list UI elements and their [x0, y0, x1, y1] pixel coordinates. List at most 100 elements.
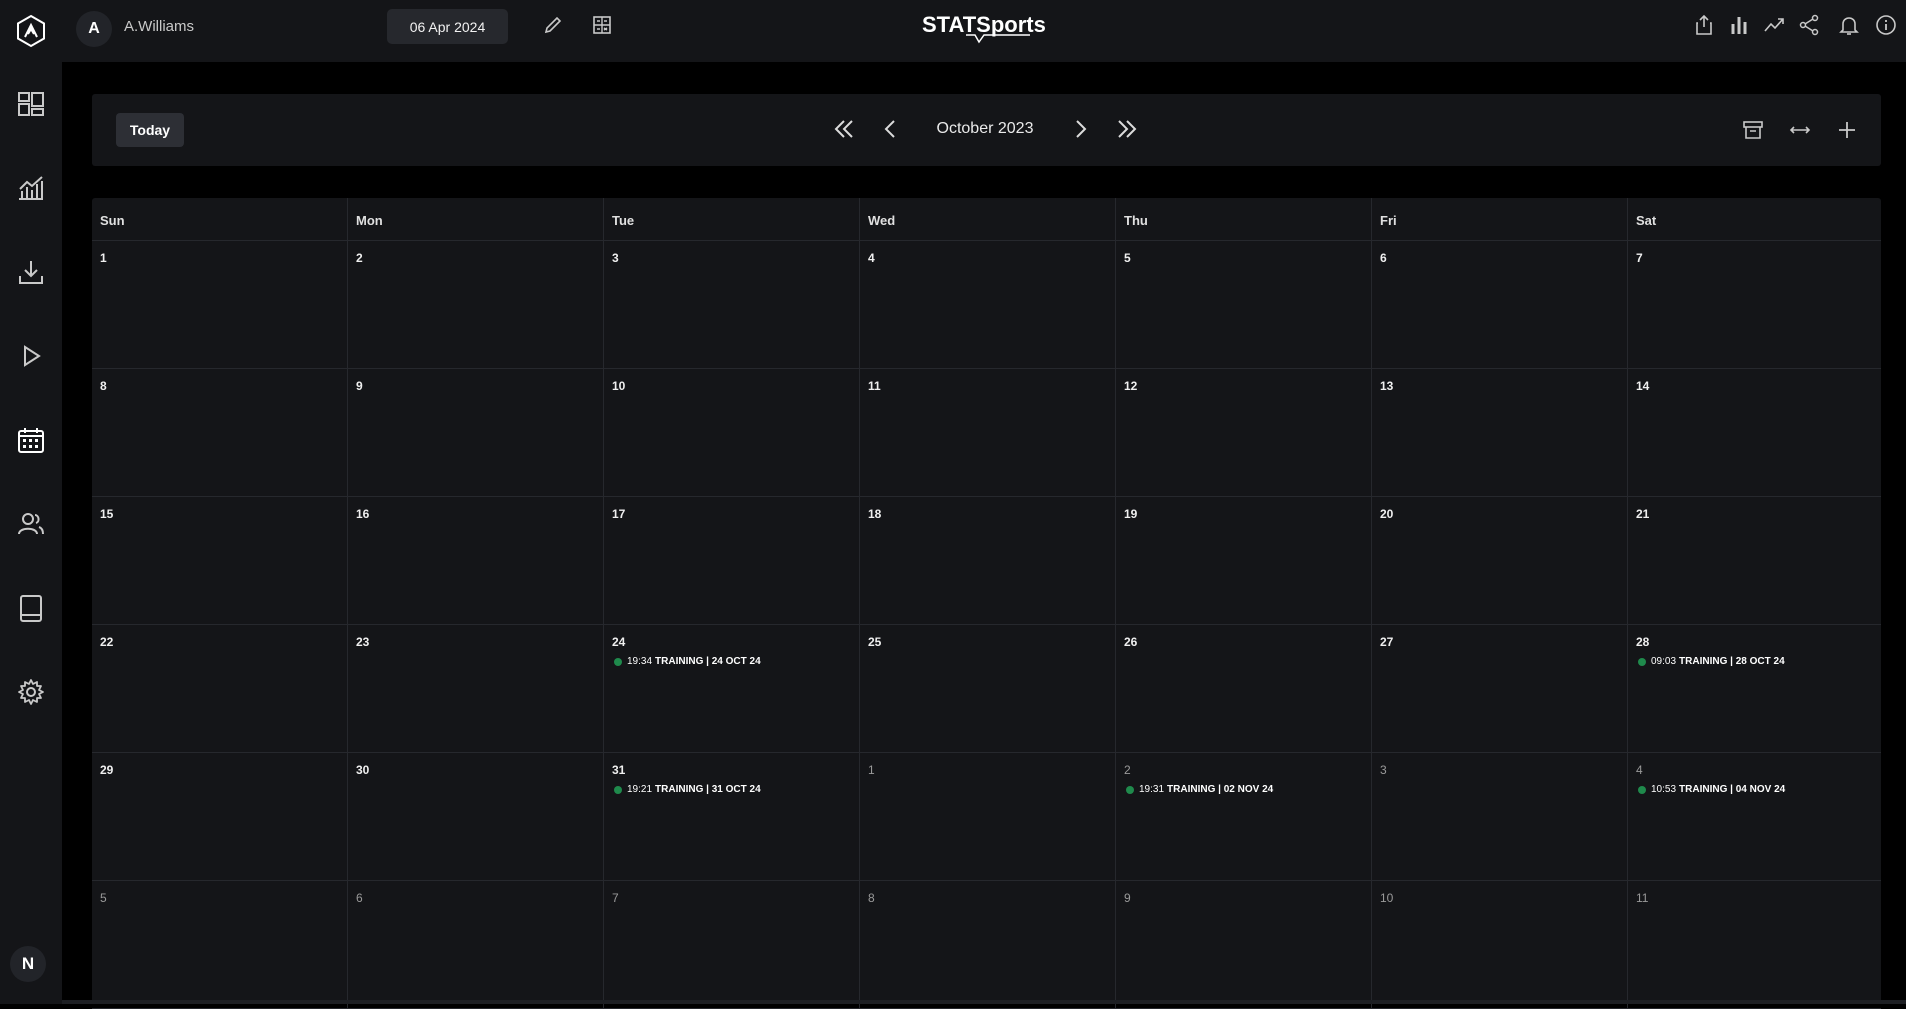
event-status-dot-icon: [1126, 785, 1134, 794]
day-number: 21: [1636, 507, 1650, 521]
add-icon[interactable]: [1831, 114, 1863, 146]
calendar-day-cell[interactable]: 30: [348, 752, 604, 880]
calendar-event[interactable]: 09:03 TRAINING | 28 OCT 24: [1638, 656, 1785, 667]
calendar-day-cell[interactable]: 23: [348, 624, 604, 752]
calendar-event[interactable]: 10:53 TRAINING | 04 NOV 24: [1638, 784, 1785, 795]
calendar-event[interactable]: 19:31 TRAINING | 02 NOV 24: [1126, 784, 1273, 795]
weekday-label: Fri: [1372, 198, 1628, 240]
calendar-day-cell[interactable]: 6: [348, 880, 604, 1008]
day-number: 29: [100, 763, 114, 777]
dashboard-icon[interactable]: [9, 82, 53, 126]
day-number: 8: [100, 379, 107, 393]
today-button[interactable]: Today: [116, 113, 184, 147]
calendar-day-cell[interactable]: 3: [604, 240, 860, 368]
info-icon[interactable]: [1873, 12, 1899, 38]
day-number: 2: [1124, 763, 1131, 777]
calendar-day-cell[interactable]: 11: [860, 368, 1116, 496]
calendar-day-cell[interactable]: 3: [1372, 752, 1628, 880]
calendar-day-cell[interactable]: 13: [1372, 368, 1628, 496]
bell-icon[interactable]: [1836, 12, 1862, 38]
calendar-day-cell[interactable]: 6: [1372, 240, 1628, 368]
calendar-day-cell[interactable]: 18: [860, 496, 1116, 624]
calendar-day-cell[interactable]: 7: [1628, 240, 1881, 368]
archive-icon[interactable]: [1737, 114, 1769, 146]
day-number: 11: [1636, 891, 1649, 905]
calendar-day-cell[interactable]: 11: [1628, 880, 1881, 1008]
pencil-icon[interactable]: [540, 12, 566, 38]
calendar-day-cell[interactable]: 2 19:31 TRAINING | 02 NOV 24: [1116, 752, 1372, 880]
bottom-scrollbar[interactable]: [62, 1000, 1906, 1004]
calendar-day-cell[interactable]: 4 10:53 TRAINING | 04 NOV 24: [1628, 752, 1881, 880]
calendar-day-cell[interactable]: 14: [1628, 368, 1881, 496]
calendar-day-cell[interactable]: 24 19:34 TRAINING | 24 OCT 24: [604, 624, 860, 752]
calendar-event[interactable]: 19:21 TRAINING | 31 OCT 24: [614, 784, 761, 795]
calendar-day-cell[interactable]: 10: [1372, 880, 1628, 1008]
calendar-day-cell[interactable]: 4: [860, 240, 1116, 368]
export-icon[interactable]: [1691, 12, 1717, 38]
calendar-day-cell[interactable]: 15: [92, 496, 348, 624]
calendar-day-cell[interactable]: 19: [1116, 496, 1372, 624]
calendar-day-cell[interactable]: 22: [92, 624, 348, 752]
calendar-day-cell[interactable]: 16: [348, 496, 604, 624]
calendar-week-row: 5 6 7 8 9 10 11: [92, 880, 1881, 1009]
calendar-day-cell[interactable]: 26: [1116, 624, 1372, 752]
day-number: 3: [612, 251, 619, 265]
calendar-day-cell[interactable]: 7: [604, 880, 860, 1008]
calendar-day-cell[interactable]: 21: [1628, 496, 1881, 624]
brand-text: STATSports: [922, 12, 1046, 37]
calendar-day-cell[interactable]: 9: [1116, 880, 1372, 1008]
expand-width-icon[interactable]: [1784, 114, 1816, 146]
calendar-day-cell[interactable]: 1: [860, 752, 1116, 880]
calendar-day-cell[interactable]: 17: [604, 496, 860, 624]
calendar-day-cell[interactable]: 8: [92, 368, 348, 496]
day-number: 17: [612, 507, 626, 521]
settings-icon[interactable]: [9, 670, 53, 714]
calendar-day-cell[interactable]: 5: [1116, 240, 1372, 368]
play-icon[interactable]: [9, 334, 53, 378]
next-year-icon[interactable]: [1110, 112, 1144, 146]
calendar-day-cell[interactable]: 5: [92, 880, 348, 1008]
calendar-event[interactable]: 19:34 TRAINING | 24 OCT 24: [614, 656, 761, 667]
app-logo-icon[interactable]: [10, 10, 52, 52]
calendar-day-cell[interactable]: 8: [860, 880, 1116, 1008]
share-icon[interactable]: [1796, 12, 1822, 38]
calculator-icon[interactable]: [589, 12, 615, 38]
download-icon[interactable]: [9, 250, 53, 294]
day-number: 13: [1380, 379, 1394, 393]
calendar-toolbar: Today October 2023: [92, 94, 1881, 166]
calendar-day-cell[interactable]: 31 19:21 TRAINING | 31 OCT 24: [604, 752, 860, 880]
bar-chart-icon[interactable]: [1726, 12, 1752, 38]
calendar-day-cell[interactable]: 10: [604, 368, 860, 496]
trend-icon[interactable]: [1761, 12, 1787, 38]
date-picker[interactable]: 06 Apr 2024: [387, 9, 508, 44]
org-avatar[interactable]: N: [10, 946, 46, 982]
day-number: 27: [1380, 635, 1394, 649]
weekday-label: Wed: [860, 198, 1116, 240]
calendar-day-cell[interactable]: 20: [1372, 496, 1628, 624]
analytics-icon[interactable]: [9, 166, 53, 210]
day-number: 15: [100, 507, 114, 521]
previous-year-icon[interactable]: [827, 112, 861, 146]
calendar-grid: Sun Mon Tue Wed Thu Fri Sat 1 2 3 4 5 6 7 8 9 10 1…: [92, 198, 1881, 1009]
event-status-dot-icon: [1638, 785, 1646, 794]
day-number: 25: [868, 635, 882, 649]
calendar-day-cell[interactable]: 12: [1116, 368, 1372, 496]
day-number: 28: [1636, 635, 1650, 649]
tablet-icon[interactable]: [9, 586, 53, 630]
calendar-day-cell[interactable]: 2: [348, 240, 604, 368]
calendar-day-cell[interactable]: 1: [92, 240, 348, 368]
day-number: 24: [612, 635, 626, 649]
day-number: 30: [356, 763, 370, 777]
day-number: 10: [612, 379, 626, 393]
calendar-day-cell[interactable]: 9: [348, 368, 604, 496]
calendar-day-cell[interactable]: 25: [860, 624, 1116, 752]
calendar-day-cell[interactable]: 28 09:03 TRAINING | 28 OCT 24: [1628, 624, 1881, 752]
users-icon[interactable]: [9, 502, 53, 546]
user-avatar[interactable]: A: [76, 11, 112, 47]
calendar-icon[interactable]: [9, 418, 53, 462]
calendar-day-cell[interactable]: 27: [1372, 624, 1628, 752]
next-month-icon[interactable]: [1063, 112, 1097, 146]
calendar-day-cell[interactable]: 29: [92, 752, 348, 880]
event-time: 19:34: [627, 656, 653, 667]
user-name[interactable]: A.Williams: [124, 18, 194, 35]
